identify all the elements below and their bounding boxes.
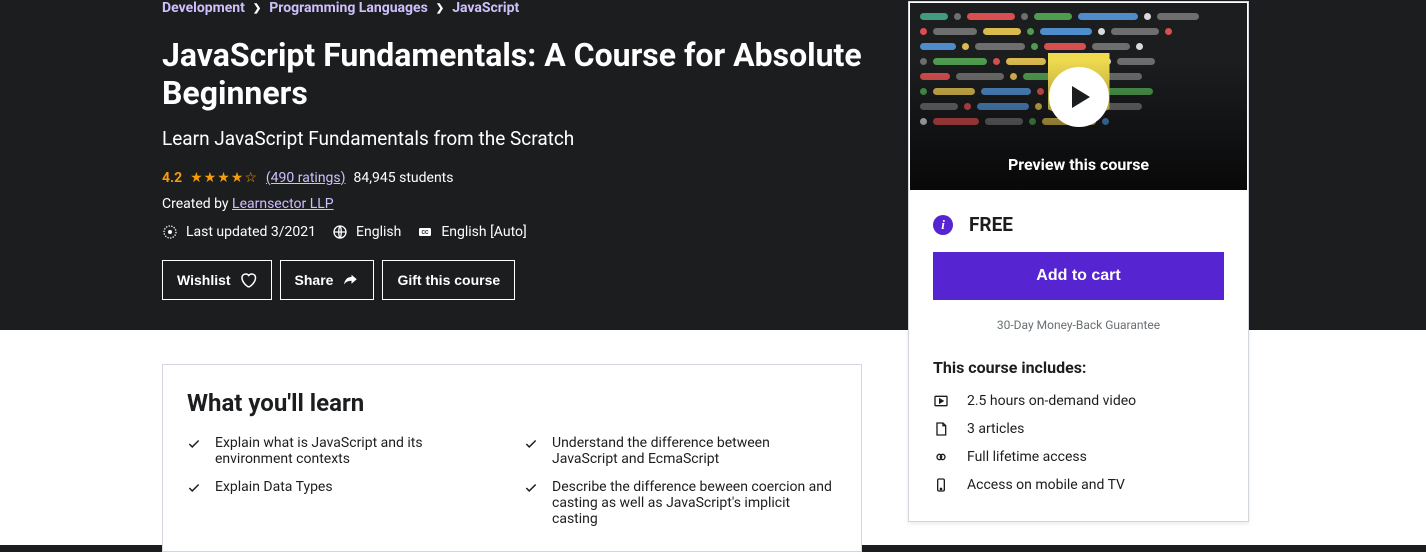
course-captions: English [Auto] <box>441 224 526 240</box>
file-icon <box>933 421 949 437</box>
badge-icon <box>162 224 178 240</box>
chevron-right-icon: ❯ <box>436 3 444 14</box>
check-icon <box>524 481 538 495</box>
gift-button[interactable]: Gift this course <box>382 260 515 300</box>
learn-box: What you'll learn Explain what is JavaSc… <box>162 364 862 552</box>
include-item-mobile: Access on mobile and TV <box>933 471 1224 499</box>
include-item-lifetime: Full lifetime access <box>933 443 1224 471</box>
course-title: JavaScript Fundamentals: A Course for Ab… <box>162 36 862 113</box>
include-item-video: 2.5 hours on-demand video <box>933 387 1224 415</box>
include-item-articles: 3 articles <box>933 415 1224 443</box>
add-to-cart-button[interactable]: Add to cart <box>933 252 1224 300</box>
captions-icon: CC <box>417 224 433 240</box>
course-language: English <box>356 224 401 240</box>
breadcrumb-level2[interactable]: Programming Languages <box>269 0 428 16</box>
rating-count[interactable]: (490 ratings) <box>266 170 346 186</box>
star-rating-icon: ★★★★☆ <box>190 170 258 186</box>
includes-title: This course includes: <box>933 358 1224 377</box>
play-button-icon <box>1049 67 1109 127</box>
learn-item: Explain Data Types <box>187 479 500 527</box>
preview-video[interactable]: Preview this course <box>909 2 1248 191</box>
learn-item: Understand the difference between JavaSc… <box>524 435 837 467</box>
preview-label: Preview this course <box>910 155 1247 174</box>
learn-item: Explain what is JavaScript and its envir… <box>187 435 500 467</box>
video-icon <box>933 393 949 409</box>
mobile-icon <box>933 477 949 493</box>
learn-title: What you'll learn <box>187 389 837 417</box>
guarantee-text: 30-Day Money-Back Guarantee <box>933 318 1224 332</box>
svg-text:CC: CC <box>422 230 429 236</box>
chevron-right-icon: ❯ <box>253 3 261 14</box>
rating-value: 4.2 <box>162 170 182 186</box>
wishlist-button[interactable]: Wishlist <box>162 260 272 300</box>
last-updated: Last updated 3/2021 <box>186 224 316 240</box>
breadcrumb-level1[interactable]: Development <box>162 0 245 16</box>
student-count: 84,945 students <box>354 170 454 186</box>
learn-item: Describe the difference beween coercion … <box>524 479 837 527</box>
check-icon <box>187 481 201 495</box>
purchase-card: Preview this course i FREE Add to cart 3… <box>908 1 1249 522</box>
created-by-label: Created by <box>162 196 232 212</box>
heart-icon <box>239 271 257 289</box>
infinity-icon <box>933 449 949 465</box>
globe-icon <box>332 224 348 240</box>
breadcrumb-level3[interactable]: JavaScript <box>452 0 519 16</box>
check-icon <box>524 437 538 451</box>
info-icon[interactable]: i <box>933 215 953 235</box>
share-button[interactable]: Share <box>280 260 375 300</box>
creator-link[interactable]: Learnsector LLP <box>232 196 334 212</box>
check-icon <box>187 437 201 451</box>
price: FREE <box>969 213 1013 236</box>
share-icon <box>341 271 359 289</box>
